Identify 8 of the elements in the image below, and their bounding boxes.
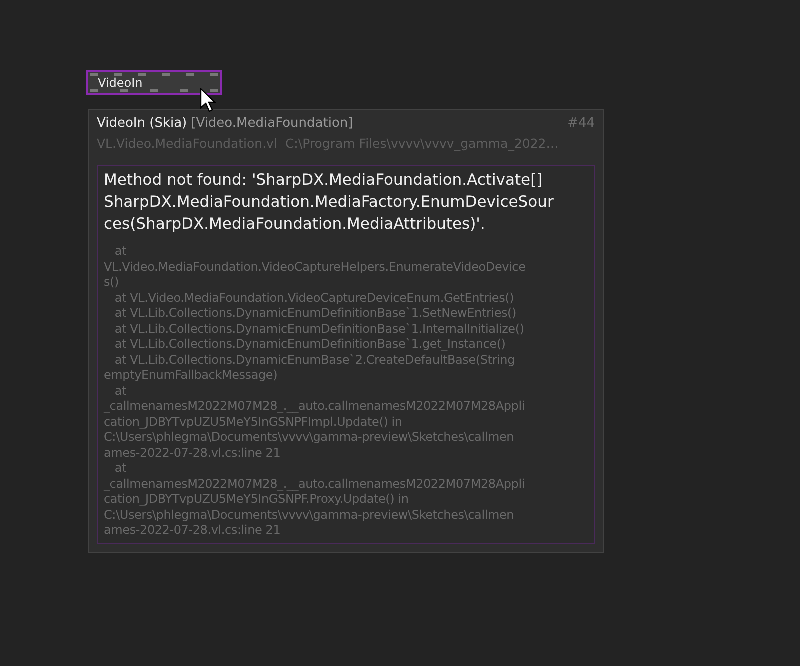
error-message: Method not found: 'SharpDX.MediaFoundation.Activate[] SharpDX.MediaFoundation.MediaFactory.EnumDeviceSour ces(SharpDX.MediaFoundation.MediaAttributes)'. (104, 170, 555, 235)
node-title: VideoIn (Skia) (97, 116, 188, 131)
mouse-pointer-icon (200, 88, 218, 114)
node-label: VideoIn (98, 76, 143, 90)
videoin-node[interactable]: VideoIn (86, 70, 222, 95)
node-id: #44 (568, 116, 595, 131)
stack-trace: at VL.Video.MediaFoundation.VideoCaptureHelpers.EnumerateVideoDevice s() at VL.Video.MediaFoundation.VideoCaptureDeviceEnum.GetEntries() at VL.Lib.Collections.DynamicEnumDefinitionBase`1.SetNewEntries() at VL.Lib.Collections.DynamicEnumDefinitionBase`1.InternalInitialize() at VL.Lib.Collections.DynamicEnumDefinitionBase`1.get_Instance() at VL.Lib.Collections.DynamicEnumBase`2.CreateDefaultBase(String emptyEnumFallbackMessage) at _callmenamesM2022M07M28_.__auto.callmenamesM2022M07M28Appli cation_JDBYTvpUZU5MeY5InGSNPFImpl.Update() in C:\Users\phlegma\Documents\vvvv\gamma-preview\Sketches\callmen ames-2022-07-28.vl.cs:line 21 at _callmenamesM2022M07M28_.__auto.callmenamesM2022M07M28Appli cation_JDBYTvpUZU5MeY5InGSNPF.Proxy.Update() in C:\Users\phlegma\Documents\vvvv\gamma-preview\Sketches\callmen ames-2022-07-28.vl.cs:line 21 (104, 244, 527, 538)
node-category: [Video.MediaFoundation] (191, 116, 354, 131)
